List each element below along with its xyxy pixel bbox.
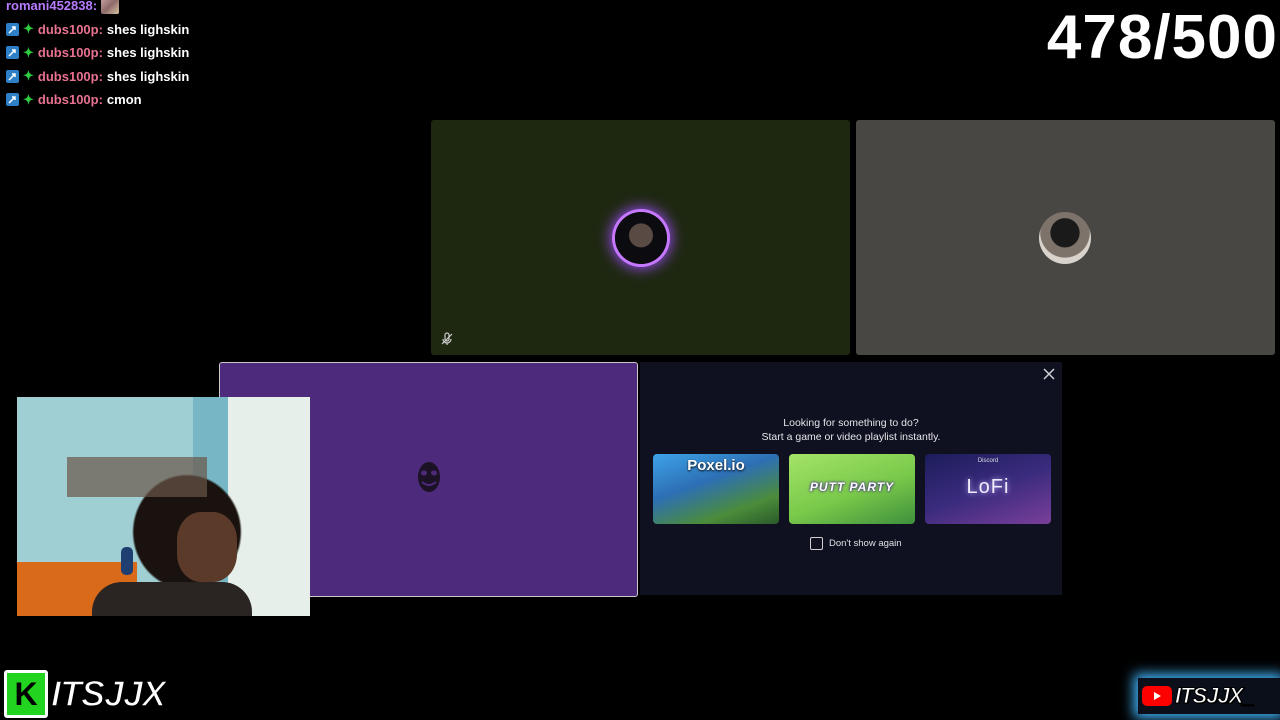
webcam-person-body <box>92 582 252 616</box>
chat-message: romani452838: <box>6 0 366 18</box>
moderator-badge-icon <box>6 93 19 107</box>
chat-text: shes lighskin <box>106 45 190 61</box>
close-icon[interactable] <box>1042 367 1056 381</box>
subscriber-badge-icon: ✦ <box>23 91 34 107</box>
activities-subtitle: Start a game or video playlist instantly… <box>761 431 941 443</box>
ghost-face-avatar-icon <box>418 462 440 492</box>
chat-username: romani452838: <box>6 0 98 14</box>
chat-overlay: romani452838: ✦ dubs100p: shes lighskin … <box>6 0 366 112</box>
chat-message: ✦ dubs100p: shes lighskin <box>6 65 366 89</box>
chat-message: ✦ dubs100p: cmon <box>6 88 366 112</box>
goal-counter: 478/500 <box>1046 3 1278 72</box>
kick-channel-name: ITSJJX <box>50 672 167 715</box>
moderator-badge-icon <box>6 46 19 60</box>
participant-avatar-speaking <box>615 212 667 264</box>
activity-card-poxel[interactable]: Poxel.io <box>653 454 779 524</box>
chat-text: shes lighskin <box>106 68 190 84</box>
subscriber-badge-icon: ✦ <box>23 44 34 60</box>
subscriber-badge-icon: ✦ <box>23 21 34 37</box>
chat-username: dubs100p: <box>37 21 103 37</box>
activity-card-label: LoFi <box>966 476 1010 498</box>
chat-message: ✦ dubs100p: shes lighskin <box>6 41 366 65</box>
kick-logo-icon: K <box>4 669 48 718</box>
subscriber-badge-icon: ✦ <box>23 68 34 84</box>
youtube-branding: ITSJJX_ <box>1138 678 1280 714</box>
youtube-channel-name: ITSJJX_ <box>1175 683 1256 709</box>
activity-card-lofi[interactable]: Discord LoFi <box>925 454 1051 524</box>
headset-icon <box>121 547 133 575</box>
chat-text: cmon <box>106 92 142 108</box>
youtube-logo-icon <box>1142 686 1172 706</box>
participant-avatar <box>1039 212 1091 264</box>
webcam-feed <box>17 397 310 616</box>
chat-username: dubs100p: <box>37 45 103 61</box>
activity-card-label: Poxel.io <box>687 457 745 474</box>
webcam-shelf <box>67 457 207 497</box>
activity-card-sublabel: Discord <box>977 458 999 464</box>
kick-branding: K ITSJJX <box>4 669 167 718</box>
activities-title: Looking for something to do? <box>783 417 919 429</box>
dont-show-again-checkbox[interactable] <box>810 537 823 550</box>
activity-card-label: PUTT PARTY <box>809 480 895 494</box>
webcam-person-face <box>177 512 237 582</box>
chat-username: dubs100p: <box>37 68 103 84</box>
mute-mic-icon <box>441 332 453 345</box>
emote-icon <box>101 0 120 14</box>
chat-text: shes lighskin <box>106 21 190 37</box>
moderator-badge-icon <box>6 22 19 36</box>
moderator-badge-icon <box>6 69 19 83</box>
activity-card-putt-party[interactable]: PUTT PARTY <box>789 454 915 524</box>
chat-username: dubs100p: <box>37 92 103 108</box>
dont-show-again-label[interactable]: Don't show again <box>829 537 902 550</box>
chat-message: ✦ dubs100p: shes lighskin <box>6 18 366 42</box>
activities-prompt: Looking for something to do? Start a gam… <box>640 416 1062 444</box>
